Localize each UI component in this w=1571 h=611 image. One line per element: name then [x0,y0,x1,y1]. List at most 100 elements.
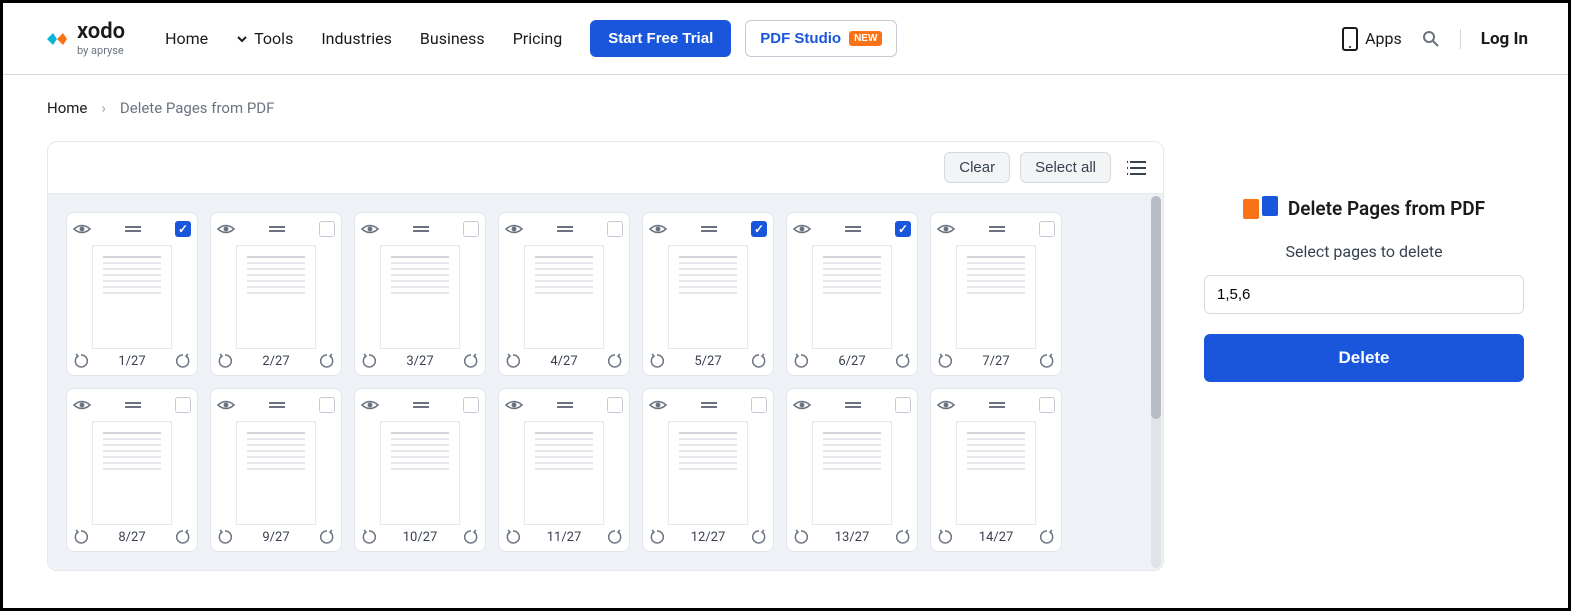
logo[interactable]: xodo by apryse [43,21,125,56]
page-checkbox[interactable] [319,221,335,237]
page-checkbox[interactable] [319,397,335,413]
drag-handle-icon[interactable] [269,400,285,410]
vertical-scrollbar[interactable] [1151,196,1161,568]
rotate-left-icon[interactable] [793,353,809,369]
page-thumb[interactable]: 5/27 [642,212,774,376]
drag-handle-icon[interactable] [557,400,573,410]
page-thumb[interactable]: 13/27 [786,388,918,552]
page-checkbox[interactable] [463,397,479,413]
rotate-left-icon[interactable] [217,353,233,369]
rotate-right-icon[interactable] [607,353,623,369]
page-thumb[interactable]: 14/27 [930,388,1062,552]
scrollbar-thumb[interactable] [1151,196,1161,419]
page-thumb[interactable]: 6/27 [786,212,918,376]
drag-handle-icon[interactable] [413,400,429,410]
rotate-left-icon[interactable] [937,529,953,545]
rotate-left-icon[interactable] [361,529,377,545]
drag-handle-icon[interactable] [125,400,141,410]
eye-icon[interactable] [649,398,667,412]
page-checkbox[interactable] [1039,397,1055,413]
drag-handle-icon[interactable] [845,400,861,410]
eye-icon[interactable] [73,222,91,236]
page-checkbox[interactable] [607,221,623,237]
page-checkbox[interactable] [175,221,191,237]
page-thumb[interactable]: 12/27 [642,388,774,552]
rotate-left-icon[interactable] [649,529,665,545]
search-icon[interactable] [1422,30,1440,48]
rotate-right-icon[interactable] [895,353,911,369]
breadcrumb-home[interactable]: Home [47,99,87,117]
rotate-left-icon[interactable] [73,529,89,545]
page-thumb[interactable]: 8/27 [66,388,198,552]
pages-selection-input[interactable] [1204,275,1524,314]
page-thumb[interactable]: 4/27 [498,212,630,376]
drag-handle-icon[interactable] [557,224,573,234]
rotate-left-icon[interactable] [505,353,521,369]
page-checkbox[interactable] [1039,221,1055,237]
eye-icon[interactable] [793,398,811,412]
eye-icon[interactable] [361,398,379,412]
apps-button[interactable]: Apps [1341,26,1402,52]
pdf-studio-button[interactable]: PDF Studio NEW [745,20,897,57]
drag-handle-icon[interactable] [701,224,717,234]
page-thumb[interactable]: 3/27 [354,212,486,376]
rotate-right-icon[interactable] [319,353,335,369]
eye-icon[interactable] [937,398,955,412]
drag-handle-icon[interactable] [989,224,1005,234]
page-thumb[interactable]: 1/27 [66,212,198,376]
page-checkbox[interactable] [895,221,911,237]
eye-icon[interactable] [937,222,955,236]
rotate-right-icon[interactable] [751,529,767,545]
page-checkbox[interactable] [463,221,479,237]
page-checkbox[interactable] [175,397,191,413]
rotate-right-icon[interactable] [175,529,191,545]
drag-handle-icon[interactable] [845,224,861,234]
page-thumb[interactable]: 10/27 [354,388,486,552]
page-checkbox[interactable] [751,221,767,237]
eye-icon[interactable] [649,222,667,236]
rotate-left-icon[interactable] [361,353,377,369]
nav-tools[interactable]: Tools [236,29,293,48]
eye-icon[interactable] [505,398,523,412]
eye-icon[interactable] [73,398,91,412]
page-checkbox[interactable] [751,397,767,413]
eye-icon[interactable] [217,398,235,412]
page-thumb[interactable]: 11/27 [498,388,630,552]
rotate-left-icon[interactable] [217,529,233,545]
rotate-left-icon[interactable] [793,529,809,545]
rotate-left-icon[interactable] [73,353,89,369]
delete-button[interactable]: Delete [1204,334,1524,382]
nav-home[interactable]: Home [165,29,208,48]
drag-handle-icon[interactable] [413,224,429,234]
drag-handle-icon[interactable] [989,400,1005,410]
login-button[interactable]: Log In [1481,29,1528,49]
select-all-button[interactable]: Select all [1020,152,1111,183]
rotate-right-icon[interactable] [1039,353,1055,369]
eye-icon[interactable] [361,222,379,236]
page-thumb[interactable]: 7/27 [930,212,1062,376]
nav-industries[interactable]: Industries [321,29,392,48]
eye-icon[interactable] [217,222,235,236]
page-thumb[interactable]: 2/27 [210,212,342,376]
rotate-right-icon[interactable] [175,353,191,369]
nav-business[interactable]: Business [420,29,485,48]
rotate-right-icon[interactable] [751,353,767,369]
nav-pricing[interactable]: Pricing [513,29,563,48]
page-checkbox[interactable] [895,397,911,413]
rotate-right-icon[interactable] [463,353,479,369]
page-checkbox[interactable] [607,397,623,413]
start-trial-button[interactable]: Start Free Trial [590,20,731,57]
rotate-left-icon[interactable] [937,353,953,369]
eye-icon[interactable] [505,222,523,236]
rotate-right-icon[interactable] [319,529,335,545]
rotate-right-icon[interactable] [895,529,911,545]
drag-handle-icon[interactable] [269,224,285,234]
drag-handle-icon[interactable] [125,224,141,234]
rotate-left-icon[interactable] [649,353,665,369]
rotate-right-icon[interactable] [463,529,479,545]
clear-button[interactable]: Clear [944,152,1010,183]
rotate-left-icon[interactable] [505,529,521,545]
page-thumb[interactable]: 9/27 [210,388,342,552]
eye-icon[interactable] [793,222,811,236]
drag-handle-icon[interactable] [701,400,717,410]
